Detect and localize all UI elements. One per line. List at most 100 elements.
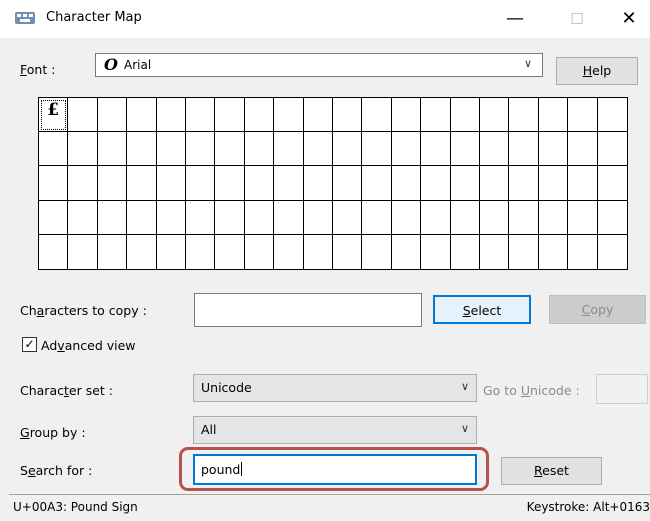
character-cell[interactable] (362, 234, 392, 269)
character-cell[interactable] (215, 234, 245, 269)
character-cell[interactable] (245, 234, 275, 269)
character-cell[interactable] (97, 166, 128, 201)
character-cell[interactable]: £ (39, 98, 69, 133)
character-cell[interactable] (215, 132, 245, 167)
character-cell[interactable] (68, 234, 98, 269)
group-by-dropdown[interactable]: All ∨ (193, 416, 477, 444)
character-cell[interactable] (97, 132, 128, 167)
character-cell[interactable] (156, 98, 186, 133)
character-cell[interactable] (479, 98, 510, 133)
character-cell[interactable] (480, 234, 510, 269)
advanced-view-label[interactable]: Advanced view (41, 338, 136, 353)
character-cell[interactable] (509, 234, 539, 269)
character-cell[interactable] (509, 98, 539, 133)
maximize-button[interactable]: ☐ (554, 0, 600, 38)
character-cell[interactable] (421, 234, 451, 269)
character-cell[interactable] (127, 98, 157, 133)
character-cell[interactable] (538, 132, 569, 167)
character-cell[interactable] (127, 166, 157, 201)
character-cell[interactable] (274, 200, 304, 235)
character-cell[interactable] (157, 234, 186, 269)
character-grid[interactable]: £ (38, 97, 628, 270)
character-cell[interactable] (244, 200, 275, 235)
character-cell[interactable] (303, 98, 333, 133)
character-cell[interactable] (68, 166, 98, 201)
character-cell[interactable] (538, 200, 569, 235)
character-cell[interactable] (538, 166, 569, 201)
help-button[interactable]: Help (556, 57, 638, 85)
character-cell[interactable] (332, 98, 363, 133)
character-cell[interactable] (362, 132, 392, 167)
character-cell[interactable] (421, 132, 451, 167)
character-cell[interactable] (215, 98, 245, 133)
character-cell[interactable] (362, 166, 392, 201)
character-cell[interactable] (597, 166, 627, 201)
character-cell[interactable] (597, 132, 627, 167)
character-cell[interactable] (156, 200, 186, 235)
character-cell[interactable] (479, 166, 510, 201)
character-cell[interactable] (391, 132, 422, 167)
character-cell[interactable] (421, 200, 451, 235)
character-cell[interactable] (332, 166, 363, 201)
character-cell[interactable] (332, 132, 363, 167)
character-cell[interactable] (479, 200, 510, 235)
character-cell[interactable] (156, 166, 186, 201)
reset-button[interactable]: Reset (501, 457, 602, 485)
character-cell[interactable] (185, 166, 216, 201)
character-cell[interactable] (244, 132, 275, 167)
character-cell[interactable] (450, 200, 480, 235)
character-cell[interactable] (391, 98, 422, 133)
character-cell[interactable] (39, 200, 69, 235)
character-cell[interactable] (391, 200, 422, 235)
character-cell[interactable] (391, 166, 422, 201)
character-cell[interactable] (39, 166, 69, 201)
character-cell[interactable] (539, 234, 569, 269)
character-cell[interactable] (68, 132, 98, 167)
copy-button[interactable]: Copy (549, 295, 646, 324)
character-cell[interactable] (303, 132, 333, 167)
character-cell[interactable] (450, 166, 480, 201)
character-cell[interactable] (421, 98, 451, 133)
character-cell[interactable] (186, 234, 216, 269)
character-cell[interactable] (97, 98, 128, 133)
character-set-dropdown[interactable]: Unicode ∨ (193, 374, 477, 402)
character-cell[interactable] (479, 132, 510, 167)
character-cell[interactable] (509, 166, 539, 201)
select-button[interactable]: Select (433, 295, 531, 324)
character-cell[interactable] (421, 166, 451, 201)
character-cell[interactable] (185, 132, 216, 167)
character-cell[interactable] (568, 166, 598, 201)
character-cell[interactable] (185, 200, 216, 235)
character-cell[interactable] (333, 234, 363, 269)
go-to-unicode-input[interactable] (596, 374, 648, 404)
character-cell[interactable] (509, 200, 539, 235)
character-cell[interactable] (598, 235, 627, 269)
character-cell[interactable] (274, 166, 304, 201)
characters-to-copy-input[interactable] (194, 293, 422, 327)
character-cell[interactable] (215, 166, 245, 201)
character-cell[interactable] (127, 132, 157, 167)
character-cell[interactable] (274, 132, 304, 167)
character-cell[interactable] (127, 200, 157, 235)
character-cell[interactable] (303, 166, 333, 201)
character-cell[interactable] (274, 98, 304, 133)
character-cell[interactable] (68, 200, 98, 235)
character-cell[interactable] (597, 201, 627, 235)
character-cell[interactable] (451, 234, 480, 269)
advanced-view-checkbox[interactable]: ✓ (22, 337, 37, 352)
character-cell[interactable] (97, 200, 128, 235)
character-cell[interactable] (568, 98, 598, 133)
character-cell[interactable] (538, 98, 569, 133)
character-cell[interactable] (98, 234, 128, 269)
close-button[interactable]: ✕ (606, 0, 650, 38)
character-cell[interactable] (127, 234, 157, 269)
character-cell[interactable] (215, 200, 245, 235)
character-cell[interactable] (362, 98, 392, 133)
minimize-button[interactable]: — (492, 0, 538, 38)
character-cell[interactable] (39, 132, 69, 167)
character-cell[interactable] (303, 200, 333, 235)
character-cell[interactable] (568, 234, 598, 269)
character-cell[interactable] (597, 98, 627, 133)
character-cell[interactable] (362, 200, 392, 235)
character-cell[interactable] (450, 98, 480, 133)
